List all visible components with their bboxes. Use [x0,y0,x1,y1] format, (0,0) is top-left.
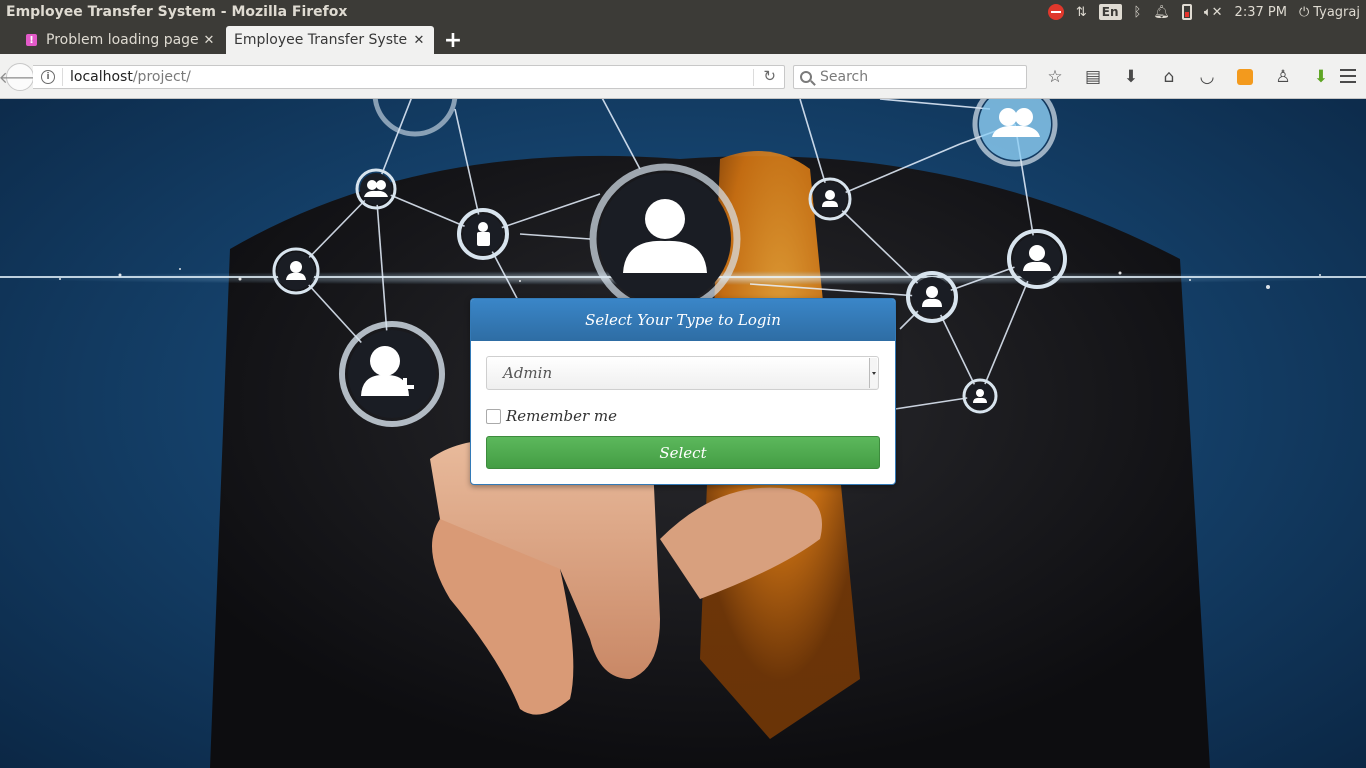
close-icon[interactable]: ✕ [202,33,216,48]
user-menu[interactable]: ⏻ Tyagraj [1293,0,1366,24]
reading-list-icon[interactable]: ▤ [1074,66,1112,88]
url-bar[interactable]: i localhost/project/ ↻ [33,65,785,89]
network-icon[interactable]: ⇅ [1070,0,1093,24]
remember-me-checkbox[interactable] [486,408,501,424]
extension-green-download-icon[interactable]: ⬇ [1302,66,1340,88]
extension-orange-icon[interactable] [1226,66,1264,88]
remember-me-row: Remember me [486,406,880,426]
tab-label: Problem loading page [46,32,198,48]
download-icon[interactable]: ⬇ [1112,66,1150,88]
panel-heading: Select Your Type to Login [471,299,895,341]
bookmark-star-icon[interactable]: ☆ [1036,66,1074,88]
reload-icon[interactable]: ↻ [763,67,776,85]
user-type-selected-value: Admin [503,364,553,382]
extension-figure-icon[interactable]: ♙ [1264,66,1302,88]
select-button[interactable]: Select [486,436,880,469]
panel-body: Admin Remember me Select [471,341,895,484]
new-tab-button[interactable]: + [442,27,464,53]
notification-bell-icon[interactable]: 🔔︎ [1147,0,1176,24]
back-button[interactable]: 🡐 [0,63,41,91]
search-input[interactable]: Search [793,65,1027,89]
close-icon[interactable]: ✕ [412,33,426,48]
info-icon[interactable]: i [41,70,55,84]
tab-strip: ! Problem loading page ✕ Employee Transf… [0,24,1366,54]
warning-icon: ! [26,34,37,46]
navigation-bar: 🡐 i localhost/project/ ↻ Search ☆ ▤ ⬇ ⌂ … [0,54,1366,99]
remember-me-label: Remember me [506,407,618,425]
stop-indicator-icon[interactable] [1042,0,1070,24]
hamburger-menu-icon[interactable] [1340,69,1356,83]
system-tray: ⇅ En ᛒ 🔔︎ 🔈︎✕ 2:37 PM ⏻ Tyagraj [1042,0,1366,24]
volume-muted-icon[interactable]: 🔈︎✕ [1198,0,1229,24]
os-top-bar: Employee Transfer System - Mozilla Firef… [0,0,1366,24]
bluetooth-icon[interactable]: ᛒ [1128,0,1148,24]
battery-icon[interactable] [1176,0,1198,24]
search-icon [800,71,812,83]
page-content: Select Your Type to Login Admin Remember… [0,99,1366,768]
clock[interactable]: 2:37 PM [1229,0,1293,24]
toolbar-icons: ☆ ▤ ⬇ ⌂ ◡ ♙ ⬇ [1036,66,1340,88]
tab-label: Employee Transfer System [234,32,408,48]
window-title: Employee Transfer System - Mozilla Firef… [6,4,348,20]
power-icon: ⏻ [1298,4,1310,20]
user-name: Tyagraj [1313,4,1360,20]
user-type-select[interactable]: Admin [486,356,879,390]
tab-problem-loading[interactable]: ! Problem loading page ✕ [18,26,224,54]
url-host: localhost [70,69,133,85]
home-icon[interactable]: ⌂ [1150,66,1188,88]
url-path: /project/ [132,69,191,85]
login-panel: Select Your Type to Login Admin Remember… [470,298,896,485]
search-placeholder: Search [820,69,869,85]
keyboard-layout-indicator[interactable]: En [1093,0,1128,24]
chevron-down-icon [869,358,877,388]
tab-employee-transfer[interactable]: Employee Transfer System ✕ [226,26,434,54]
pocket-icon[interactable]: ◡ [1188,66,1226,88]
